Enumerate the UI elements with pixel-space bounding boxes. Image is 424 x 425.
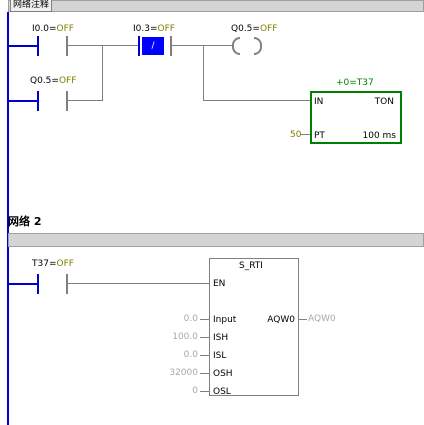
input-value-osh[interactable]: 32000	[169, 368, 198, 378]
s-rti-name: S_RTI	[239, 261, 263, 271]
timer-pt-pin: PT	[314, 131, 325, 141]
network1-comment-label[interactable]: 网络注释	[10, 0, 53, 12]
s-rti-output-pin: AQW0	[267, 315, 295, 325]
timer-pt-value[interactable]: 50	[290, 130, 301, 140]
contact-i03-label: I0.3=OFF	[133, 24, 175, 34]
wire-rail-t37	[9, 283, 39, 285]
input-value-input[interactable]: 0.0	[184, 314, 198, 324]
contact-i00-left[interactable]	[37, 36, 39, 56]
s-rti-box[interactable]: S_RTI EN Input ISH ISL OSH OSL AQW0	[209, 258, 299, 397]
contact-t37-right[interactable]	[66, 274, 68, 294]
contact-q05-branch-label: Q0.5=OFF	[30, 76, 77, 86]
s-rti-pin-osl: OSL	[213, 387, 231, 397]
timer-in-pin: IN	[314, 97, 324, 107]
input-value-ish[interactable]: 100.0	[172, 332, 198, 342]
wire-rail-i00	[9, 45, 39, 47]
wire-to-timer-horizontal	[203, 100, 310, 101]
wire-to-timer-vertical	[203, 45, 204, 100]
wire-in-osh	[200, 373, 209, 374]
coil-q05-left[interactable]	[232, 37, 240, 55]
timer-resolution: 100 ms	[362, 131, 397, 141]
wire-t37-en	[68, 283, 210, 284]
output-value-aqw0[interactable]: AQW0	[308, 314, 336, 324]
contact-i03-right[interactable]	[170, 36, 172, 56]
wire-rail-q05	[9, 100, 39, 102]
contact-t37-label: T37=OFF	[32, 259, 74, 269]
wire-q05-up	[68, 100, 102, 101]
contact-i00-right[interactable]	[66, 36, 68, 56]
contact-q05-right[interactable]	[66, 91, 68, 111]
wire-in-osl	[200, 391, 209, 392]
s-rti-pin-isl: ISL	[213, 351, 227, 361]
input-value-osl[interactable]: 0	[192, 386, 198, 396]
contact-i00-label: I0.0=OFF	[32, 24, 74, 34]
network1-comment-bar[interactable]	[8, 0, 424, 12]
coil-q05-right[interactable]	[254, 37, 262, 55]
wire-in-ish	[200, 337, 209, 338]
contact-t37-left[interactable]	[37, 274, 39, 294]
wire-out-aqw0	[299, 319, 307, 320]
wire-branch-vertical	[102, 45, 103, 101]
s-rti-pin-osh: OSH	[213, 369, 233, 379]
wire-in-input	[200, 319, 209, 320]
s-rti-en-pin: EN	[213, 279, 226, 289]
s-rti-pin-ish: ISH	[213, 333, 229, 343]
contact-i03-nc-symbol[interactable]: /	[142, 37, 164, 55]
contact-i03-left[interactable]	[138, 36, 140, 56]
network2-comment-bar[interactable]	[8, 233, 424, 247]
s-rti-pin-input: Input	[213, 315, 237, 325]
timer-header: +0=T37	[336, 78, 374, 88]
wire-i00-i03	[68, 45, 138, 46]
contact-q05-left[interactable]	[37, 91, 39, 111]
timer-ton-box[interactable]: IN TON PT 100 ms	[310, 91, 402, 144]
timer-type: TON	[374, 97, 394, 107]
input-value-isl[interactable]: 0.0	[184, 350, 198, 360]
wire-i03-coil	[172, 45, 232, 46]
coil-q05-label: Q0.5=OFF	[231, 24, 278, 34]
network2-title: 网络 2	[8, 215, 42, 228]
wire-pt-input	[300, 134, 310, 135]
wire-in-isl	[200, 355, 209, 356]
